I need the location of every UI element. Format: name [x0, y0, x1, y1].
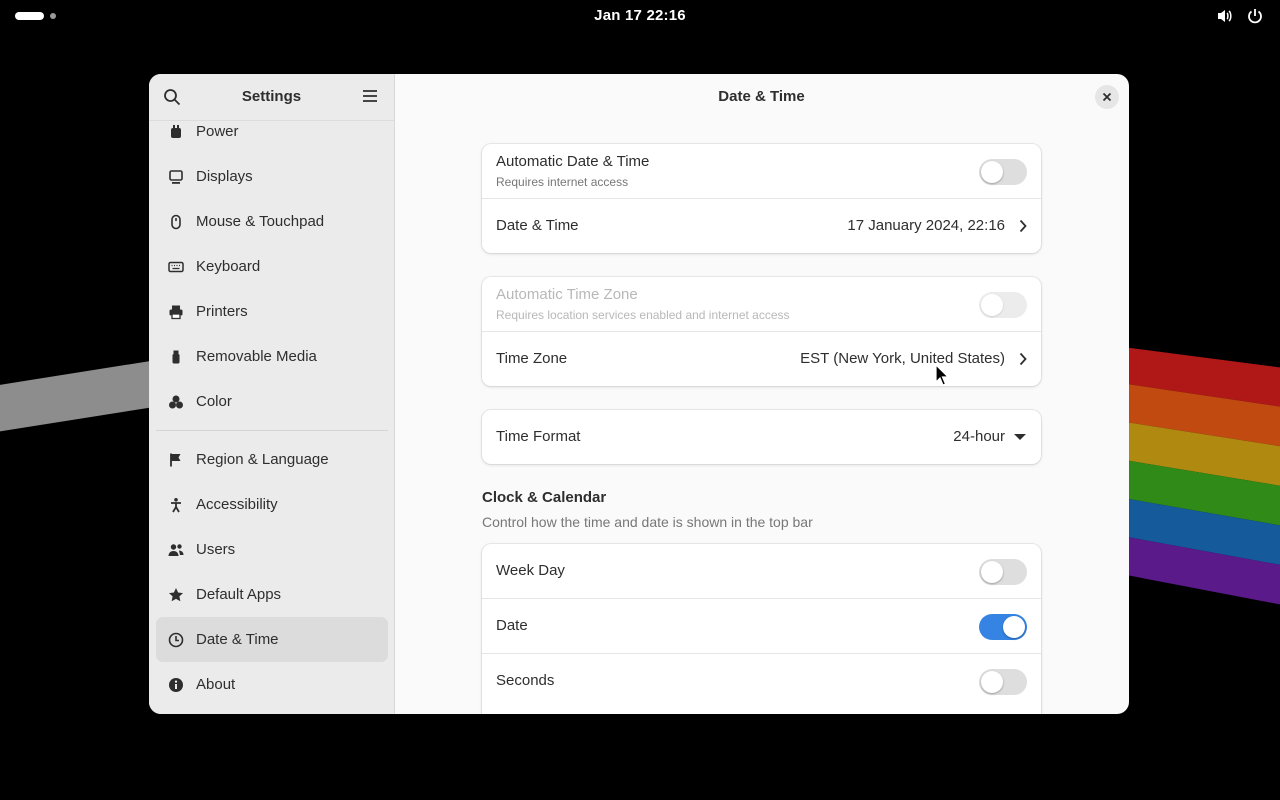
color-icon — [168, 394, 184, 410]
users-icon — [168, 542, 184, 558]
close-button[interactable] — [1095, 85, 1119, 109]
clock-calendar-card: Week Day Date Seconds — [482, 544, 1041, 714]
date-row[interactable]: Date — [482, 599, 1041, 654]
close-icon — [1102, 92, 1112, 102]
sidebar-title: Settings — [241, 88, 302, 105]
clock-calendar-desc: Control how the time and date is shown i… — [482, 514, 813, 530]
info-icon — [168, 677, 184, 693]
top-bar: Jan 17 22:16 — [0, 0, 1280, 32]
sidebar-item-label: Users — [196, 541, 236, 558]
page-title: Date & Time — [718, 88, 805, 105]
auto-timezone-toggle — [979, 292, 1027, 318]
auto-datetime-label: Automatic Date & Time — [496, 153, 650, 170]
datetime-label: Date & Time — [496, 217, 579, 234]
flag-icon — [168, 452, 184, 468]
sidebar-item-color[interactable]: Color — [156, 379, 388, 424]
volume-icon[interactable] — [1216, 7, 1234, 25]
display-icon — [168, 169, 184, 185]
timezone-label: Time Zone — [496, 350, 568, 367]
sidebar-item-label: Removable Media — [196, 348, 317, 365]
sidebar-item-label: Displays — [196, 168, 253, 185]
top-bar-clock[interactable]: Jan 17 22:16 — [0, 7, 1280, 24]
auto-datetime-toggle[interactable] — [979, 159, 1027, 185]
timezone-value: EST (New York, United States) — [800, 350, 1005, 367]
auto-datetime-sub: Requires internet access — [496, 175, 629, 189]
sidebar-list: Power Displays Mouse & Touchpad Keyboard… — [156, 109, 388, 707]
mouse-pointer-icon — [935, 364, 949, 386]
usb-icon — [168, 349, 184, 365]
sidebar-item-users[interactable]: Users — [156, 527, 388, 572]
sidebar-item-label: Color — [196, 393, 232, 410]
week-day-label: Week Day — [496, 562, 565, 579]
time-format-row[interactable]: Time Format 24-hour — [482, 410, 1041, 464]
week-day-row[interactable]: Week Day — [482, 544, 1041, 599]
star-icon — [168, 587, 184, 603]
sidebar-item-date-time[interactable]: Date & Time — [156, 617, 388, 662]
chevron-right-icon — [1019, 219, 1027, 238]
power-icon[interactable] — [1246, 7, 1264, 25]
sidebar-item-about[interactable]: About — [156, 662, 388, 707]
date-toggle[interactable] — [979, 614, 1027, 640]
mouse-icon — [168, 214, 184, 230]
sidebar-item-mouse-touchpad[interactable]: Mouse & Touchpad — [156, 199, 388, 244]
clock-icon — [168, 632, 184, 648]
sidebar-item-printers[interactable]: Printers — [156, 289, 388, 334]
timezone-card: Automatic Time Zone Requires location se… — [482, 277, 1041, 386]
week-day-toggle[interactable] — [979, 559, 1027, 585]
sidebar-item-label: Region & Language — [196, 451, 329, 468]
sidebar-item-keyboard[interactable]: Keyboard — [156, 244, 388, 289]
datetime-row[interactable]: Date & Time 17 January 2024, 22:16 — [482, 199, 1041, 253]
time-format-value[interactable]: 24-hour — [953, 428, 1005, 445]
sidebar-item-label: Printers — [196, 303, 248, 320]
sidebar-item-removable-media[interactable]: Removable Media — [156, 334, 388, 379]
sidebar-item-label: Keyboard — [196, 258, 261, 275]
settings-window: Settings Power Displays Mouse & Touchpad… — [149, 74, 1129, 714]
sidebar-item-label: Default Apps — [196, 586, 282, 603]
sidebar-separator — [156, 430, 388, 431]
sidebar-header: Settings — [149, 74, 394, 121]
timezone-row[interactable]: Time Zone EST (New York, United States) — [482, 332, 1041, 386]
chevron-down-icon[interactable] — [1014, 434, 1026, 440]
auto-datetime-card: Automatic Date & Time Requires internet … — [482, 144, 1041, 253]
auto-timezone-row: Automatic Time Zone Requires location se… — [482, 277, 1041, 332]
printer-icon — [168, 304, 184, 320]
date-label: Date — [496, 617, 528, 634]
time-format-label: Time Format — [496, 428, 581, 445]
power-plug-icon — [168, 124, 184, 140]
auto-timezone-sub: Requires location services enabled and i… — [496, 308, 790, 322]
system-tray[interactable] — [1216, 7, 1264, 25]
seconds-row[interactable]: Seconds — [482, 654, 1041, 708]
sidebar-item-displays[interactable]: Displays — [156, 154, 388, 199]
sidebar-item-label: Power — [196, 123, 239, 140]
keyboard-icon — [168, 259, 184, 275]
auto-timezone-label: Automatic Time Zone — [496, 286, 638, 303]
sidebar-item-accessibility[interactable]: Accessibility — [156, 482, 388, 527]
hamburger-menu-icon[interactable] — [362, 89, 378, 108]
clock-calendar-title: Clock & Calendar — [482, 489, 607, 506]
sidebar-item-label: Mouse & Touchpad — [196, 213, 325, 230]
auto-datetime-row[interactable]: Automatic Date & Time Requires internet … — [482, 144, 1041, 199]
sidebar-item-default-apps[interactable]: Default Apps — [156, 572, 388, 617]
chevron-right-icon — [1019, 352, 1027, 371]
accessibility-icon — [168, 497, 184, 513]
seconds-label: Seconds — [496, 672, 555, 689]
seconds-toggle[interactable] — [979, 669, 1027, 695]
sidebar-item-label: Accessibility — [196, 496, 278, 513]
sidebar-item-label: Date & Time — [196, 631, 279, 648]
sidebar: Settings Power Displays Mouse & Touchpad… — [149, 74, 395, 714]
sidebar-item-region-language[interactable]: Region & Language — [156, 437, 388, 482]
datetime-value: 17 January 2024, 22:16 — [847, 217, 1005, 234]
sidebar-item-label: About — [196, 676, 236, 693]
time-format-card: Time Format 24-hour — [482, 410, 1041, 464]
